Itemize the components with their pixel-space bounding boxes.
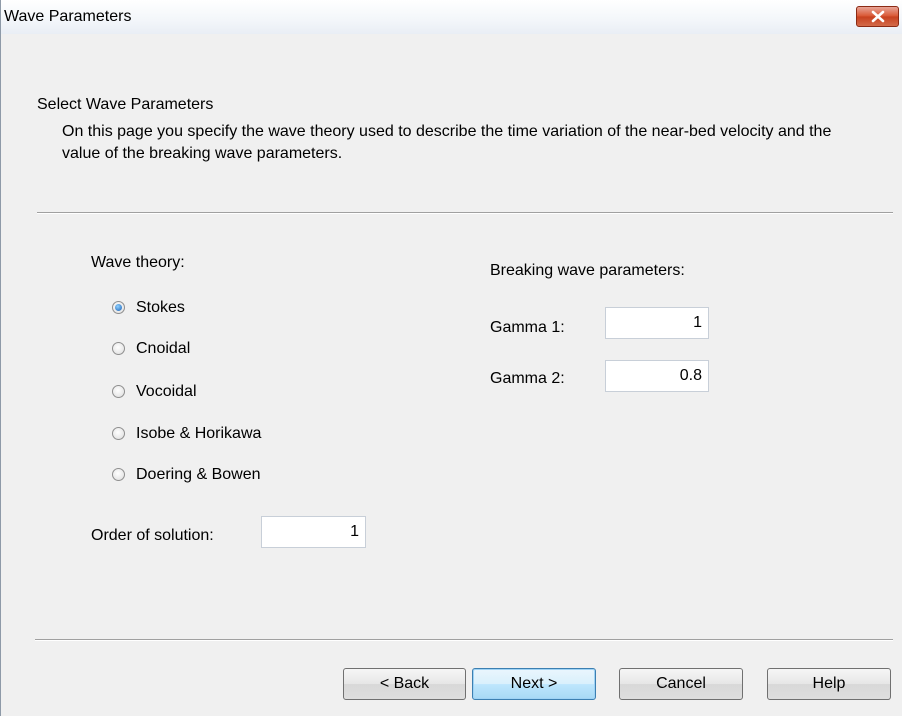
radio-button-icon[interactable] (112, 468, 125, 481)
close-button[interactable] (856, 6, 899, 27)
title-bar[interactable]: Wave Parameters (1, 0, 902, 35)
header-separator (37, 212, 893, 214)
radio-label: Doering & Bowen (136, 466, 261, 483)
wave-parameters-dialog: Wave Parameters Select Wave Parameters O… (0, 0, 902, 716)
radio-label: Vocoidal (136, 383, 197, 400)
radio-label: Cnoidal (136, 340, 191, 357)
next-button[interactable]: Next > (472, 668, 596, 700)
gamma2-input[interactable]: 0.8 (605, 360, 709, 392)
gamma1-input[interactable]: 1 (605, 307, 709, 339)
radio-button-icon[interactable] (112, 342, 125, 355)
gamma1-label: Gamma 1: (490, 319, 565, 336)
footer-separator (35, 639, 893, 641)
order-of-solution-input[interactable]: 1 (261, 516, 366, 548)
back-button[interactable]: < Back (343, 668, 466, 700)
page-description: On this page you specify the wave theory… (62, 123, 832, 162)
radio-label: Isobe & Horikawa (136, 425, 262, 442)
order-of-solution-label: Order of solution: (91, 527, 214, 544)
window-title: Wave Parameters (4, 8, 132, 25)
radio-button-icon[interactable] (112, 427, 125, 440)
radio-button-icon[interactable] (112, 385, 125, 398)
cancel-button[interactable]: Cancel (619, 668, 743, 700)
breaking-wave-parameters-label: Breaking wave parameters: (490, 262, 685, 279)
gamma2-label: Gamma 2: (490, 370, 565, 387)
page-title: Select Wave Parameters (37, 96, 214, 113)
wave-theory-label: Wave theory: (91, 254, 185, 271)
close-icon (871, 10, 885, 23)
help-button[interactable]: Help (767, 668, 891, 700)
radio-button-icon[interactable] (112, 301, 125, 314)
radio-label: Stokes (136, 299, 185, 316)
